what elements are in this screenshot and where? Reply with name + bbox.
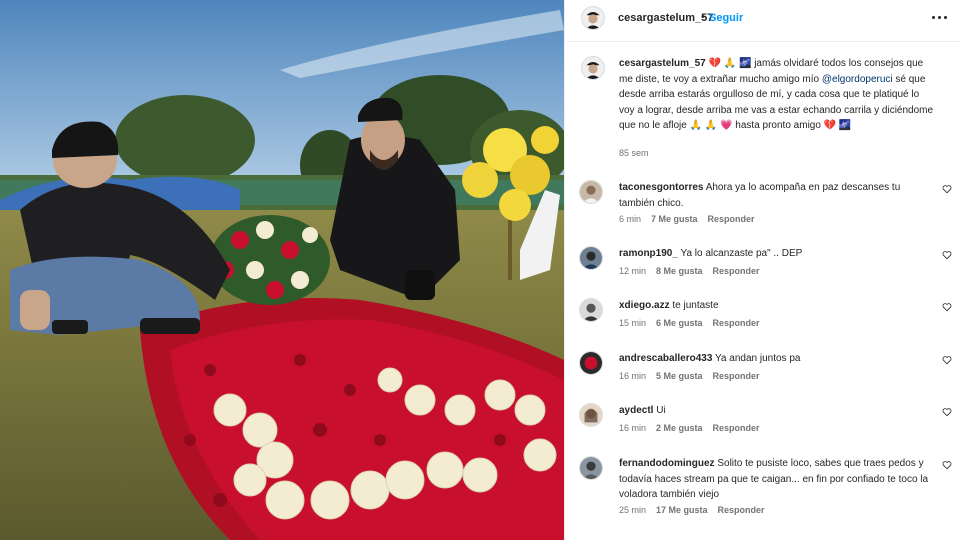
comment-username[interactable]: xdiego.azz (619, 300, 670, 311)
comment-time: 16 min (619, 371, 647, 381)
comment-meta: 25 min 17 Me gusta Responder (619, 505, 775, 515)
comment-username[interactable]: andrescaballero433 (619, 353, 712, 364)
comment-text: andrescaballero433 Ya andan juntos pa (619, 351, 931, 367)
like-heart-icon[interactable] (942, 355, 952, 365)
comment-avatar-image (580, 181, 602, 203)
comment-avatar[interactable] (579, 456, 603, 480)
reply-button[interactable]: Responder (713, 318, 760, 328)
comment-likes[interactable]: 8 Me gusta (656, 266, 703, 276)
heart-icon (942, 408, 952, 417)
like-heart-icon[interactable] (942, 460, 952, 470)
author-avatar[interactable] (581, 6, 605, 30)
reply-button[interactable]: Responder (713, 266, 760, 276)
comment-avatar-image (580, 247, 602, 269)
comment-username[interactable]: fernandodominguez (619, 458, 715, 469)
caption-timestamp: 85 sem (619, 148, 649, 158)
comment-time: 12 min (619, 266, 647, 276)
comment-time: 15 min (619, 318, 647, 328)
comment-username[interactable]: aydectl (619, 405, 653, 416)
comment-text: xdiego.azz te juntaste (619, 298, 931, 314)
post-sidebar: cesargastelum_57 • Seguir cesargastelum_… (564, 0, 960, 540)
comment-text: ramonp190_ Ya lo alcanzaste pa" .. DEP (619, 246, 931, 262)
comment-time: 25 min (619, 505, 647, 515)
heart-icon (942, 461, 952, 470)
comment-likes[interactable]: 17 Me gusta (656, 505, 708, 515)
comment-time: 6 min (619, 214, 642, 224)
flower-bouquet (210, 215, 330, 305)
caption-avatar[interactable] (581, 56, 605, 80)
caption-emojis: 💔 🙏 🌌 (705, 58, 755, 69)
comment-body: Ya lo alcanzaste pa" .. DEP (680, 248, 803, 259)
like-heart-icon[interactable] (942, 302, 952, 312)
comment-meta: 16 min 5 Me gusta Responder (619, 371, 770, 381)
comment-likes[interactable]: 5 Me gusta (656, 371, 703, 381)
heart-icon (942, 303, 952, 312)
comment-avatar-image (580, 404, 602, 426)
comment-text: taconesgontorres Ahora ya lo acompaña en… (619, 180, 931, 211)
more-options-icon[interactable] (929, 8, 951, 26)
post-photo[interactable] (0, 0, 564, 540)
heart-icon (942, 251, 952, 260)
post-photo-illustration (0, 0, 564, 540)
comment-body: te juntaste (672, 300, 719, 311)
reply-button[interactable]: Responder (708, 214, 755, 224)
comment-meta: 12 min 8 Me gusta Responder (619, 266, 770, 276)
comment-avatar-image (580, 352, 602, 374)
comment-avatar[interactable] (579, 351, 603, 375)
caption-avatar-image (582, 57, 604, 79)
comment-avatar[interactable] (579, 298, 603, 322)
comment-body: Ui (656, 405, 666, 416)
like-heart-icon[interactable] (942, 250, 952, 260)
post-header: cesargastelum_57 • Seguir (565, 0, 960, 42)
comment-likes[interactable]: 6 Me gusta (656, 318, 703, 328)
heart-icon (942, 356, 952, 365)
separator-dot: • (701, 11, 705, 23)
author-avatar-image (582, 7, 604, 29)
caption-mention[interactable]: @elgordoperuci (822, 74, 893, 85)
reply-button[interactable]: Responder (713, 371, 760, 381)
reply-button[interactable]: Responder (718, 505, 765, 515)
comment-avatar-image (580, 457, 602, 479)
comment-username[interactable]: ramonp190_ (619, 248, 678, 259)
heart-icon (942, 185, 952, 194)
reply-button[interactable]: Responder (713, 423, 760, 433)
like-heart-icon[interactable] (942, 184, 952, 194)
comment-avatar[interactable] (579, 403, 603, 427)
caption-text: cesargastelum_57 💔 🙏 🌌 jamás olvidaré to… (619, 56, 937, 134)
comment-username[interactable]: taconesgontorres (619, 182, 703, 193)
comment-likes[interactable]: 2 Me gusta (656, 423, 703, 433)
comment-body: Ya andan juntos pa (715, 353, 801, 364)
comment-avatar[interactable] (579, 246, 603, 270)
like-heart-icon[interactable] (942, 407, 952, 417)
comment-likes[interactable]: 7 Me gusta (651, 214, 698, 224)
comment-text: aydectl Ui (619, 403, 931, 419)
comment-avatar-image (580, 299, 602, 321)
comment-meta: 15 min 6 Me gusta Responder (619, 318, 770, 328)
comment-avatar[interactable] (579, 180, 603, 204)
comment-time: 16 min (619, 423, 647, 433)
comment-text: fernandodominguez Solito te pusiste loco… (619, 456, 931, 503)
comment-meta: 6 min 7 Me gusta Responder (619, 214, 765, 224)
comment-meta: 16 min 2 Me gusta Responder (619, 423, 770, 433)
author-username[interactable]: cesargastelum_57 (618, 12, 713, 24)
follow-button[interactable]: Seguir (709, 12, 743, 24)
caption-username[interactable]: cesargastelum_57 (619, 58, 706, 69)
